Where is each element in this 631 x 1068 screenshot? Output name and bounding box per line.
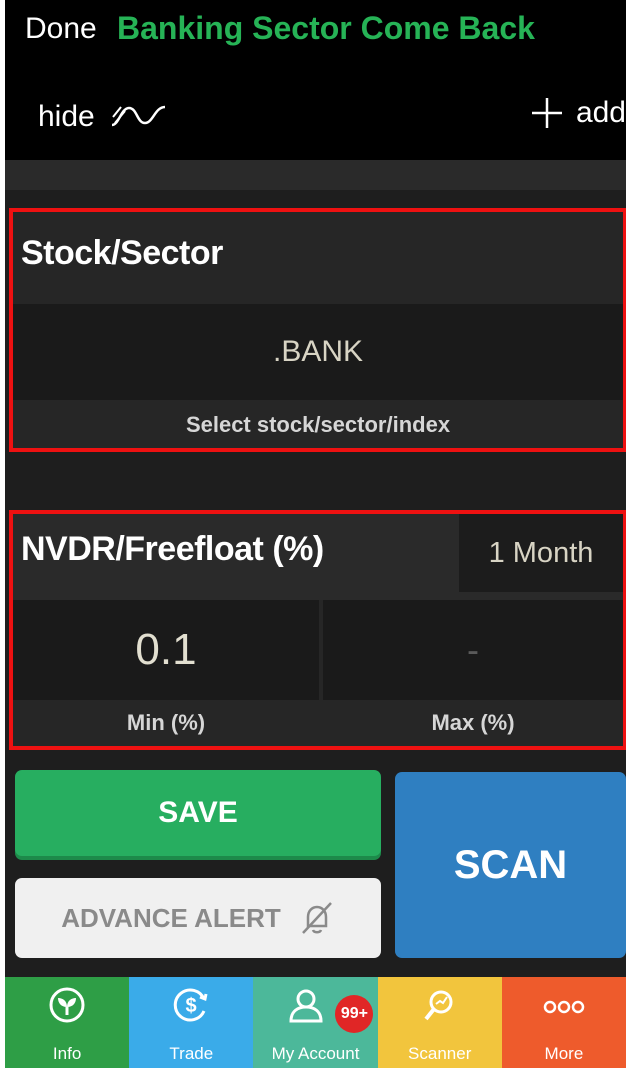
bell-off-icon	[301, 902, 332, 934]
magnifier-icon	[424, 990, 453, 1021]
svg-text:$: $	[186, 995, 197, 1017]
tab-info[interactable]: Info	[5, 977, 130, 1068]
add-label: add	[575, 96, 626, 129]
save-button[interactable]: SAVE	[15, 770, 381, 856]
scan-button[interactable]: SCAN	[395, 772, 626, 958]
wave-icon	[111, 105, 165, 127]
min-percent-label: Min (%)	[126, 710, 206, 735]
max-percent-input[interactable]: -	[323, 600, 623, 700]
app-screen: Done Banking Sector Come Back hide add S…	[5, 0, 626, 1068]
bottom-tab-bar: Info $ Trade 99+ My Account Scanner More	[5, 977, 626, 1068]
tab-my-account[interactable]: 99+ My Account	[253, 977, 378, 1068]
dollar-icon: $	[174, 988, 208, 1022]
done-button[interactable]: Done	[25, 12, 97, 46]
tab-trade[interactable]: $ Trade	[129, 977, 254, 1068]
user-icon	[289, 989, 323, 1023]
max-percent-label: Max (%)	[431, 710, 515, 735]
min-percent-input[interactable]: 0.1	[13, 600, 319, 700]
tab-scanner-label: Scanner	[408, 1044, 472, 1063]
scan-title: Banking Sector Come Back	[117, 10, 535, 46]
notification-badge: 99+	[335, 995, 374, 1033]
advance-alert-button[interactable]: ADVANCE ALERT	[15, 878, 381, 958]
tab-info-label: Info	[52, 1044, 82, 1063]
nvdr-title: NVDR/Freefloat (%)	[21, 530, 324, 568]
divider-band	[5, 160, 626, 190]
plus-icon	[531, 98, 562, 128]
tab-more[interactable]: More	[501, 977, 626, 1068]
top-bar: Done Banking Sector Come Back hide add	[5, 0, 626, 160]
nvdr-header: NVDR/Freefloat (%) 1 Month	[13, 514, 623, 600]
tab-scanner[interactable]: Scanner	[377, 977, 502, 1068]
hide-chart-toggle[interactable]: hide	[38, 100, 171, 134]
nvdr-freefloat-panel: NVDR/Freefloat (%) 1 Month 0.1 - Min (%)…	[9, 510, 626, 750]
advance-alert-label: ADVANCE ALERT	[61, 902, 281, 933]
stock-sector-title: Stock/Sector	[21, 234, 223, 272]
tab-my-account-label: My Account	[271, 1044, 360, 1063]
hide-label: hide	[38, 100, 95, 133]
stock-sector-panel: Stock/Sector .BANK Select stock/sector/i…	[9, 208, 626, 452]
stock-sector-hint: Select stock/sector/index	[13, 402, 623, 448]
tab-trade-label: Trade	[169, 1044, 214, 1063]
stock-sector-field[interactable]: .BANK	[13, 304, 623, 400]
period-select[interactable]: 1 Month	[459, 514, 623, 592]
leaf-icon	[49, 987, 85, 1023]
tab-more-label: More	[544, 1044, 584, 1063]
more-dots-icon	[543, 1000, 585, 1014]
add-button[interactable]: add	[530, 96, 626, 130]
stock-sector-header: Stock/Sector	[13, 212, 623, 304]
